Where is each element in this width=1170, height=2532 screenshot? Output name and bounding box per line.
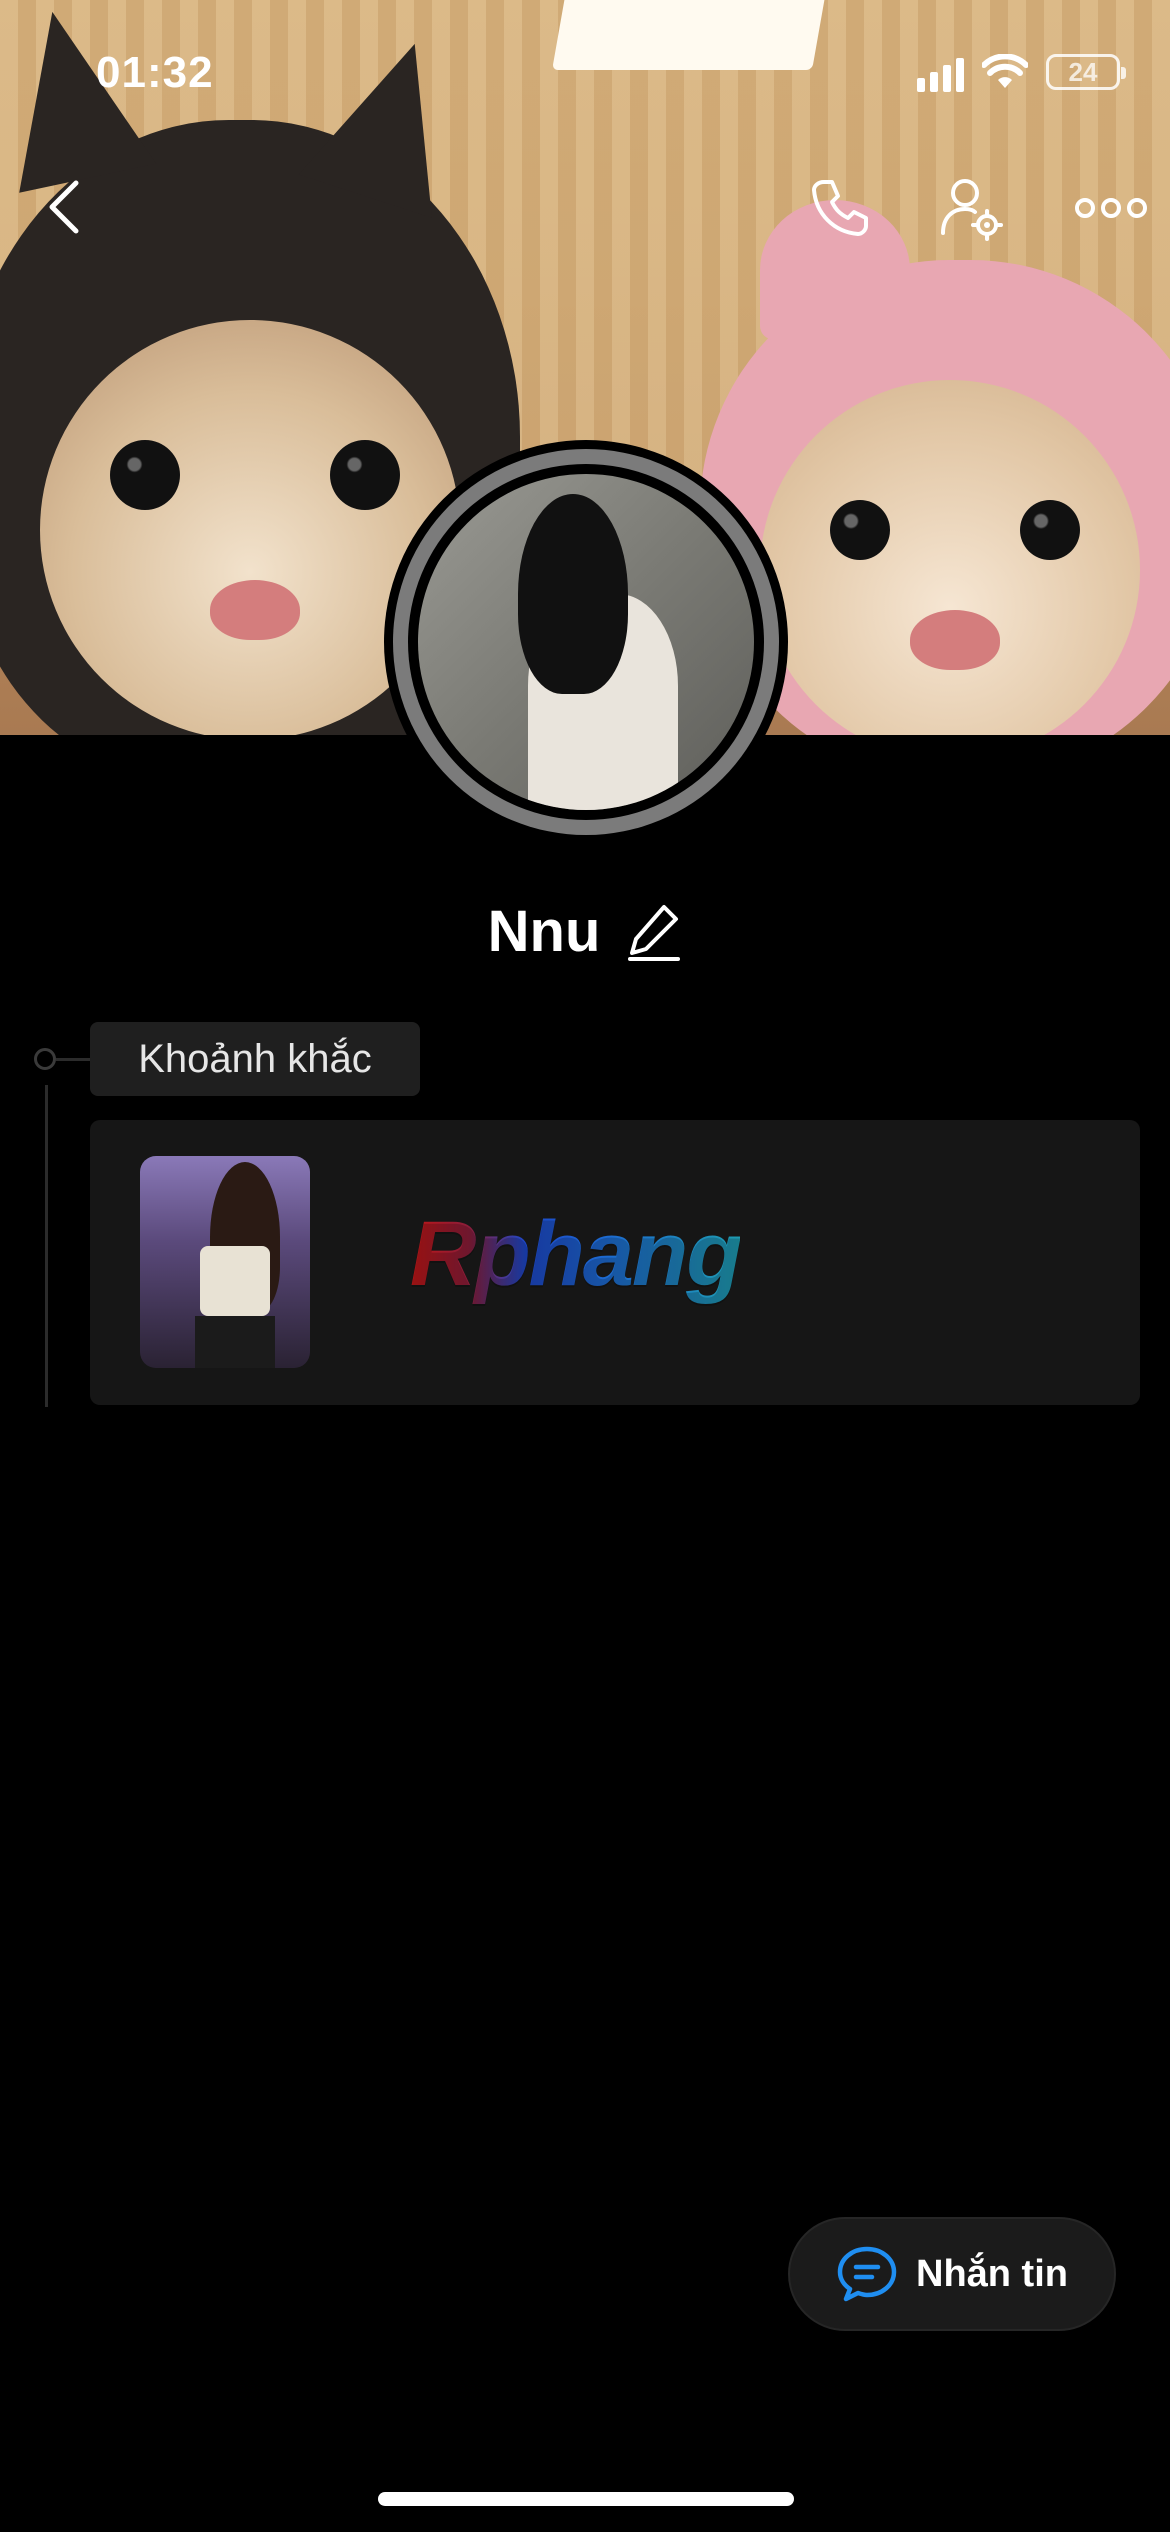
moments-card[interactable]: Rphang <box>90 1120 1140 1405</box>
status-bar-right: 24 <box>917 52 1126 92</box>
back-chevron-icon <box>49 180 79 234</box>
phone-call-icon <box>812 180 868 236</box>
profile-settings-button[interactable] <box>932 168 1012 248</box>
pencil-edit-icon[interactable] <box>626 901 682 963</box>
status-time: 01:32 <box>96 48 214 97</box>
battery-level: 24 <box>1068 56 1098 87</box>
profile-name-row: Nnu <box>0 898 1170 965</box>
message-button-label: Nhắn tin <box>916 2252 1068 2295</box>
chat-bubble-icon <box>837 2246 897 2302</box>
moments-section-label: Khoảnh khắc <box>90 1022 420 1096</box>
profile-avatar[interactable] <box>384 440 788 844</box>
timeline-dot <box>34 1048 56 1070</box>
avatar-photo <box>418 474 754 810</box>
user-settings-icon <box>941 179 1003 241</box>
wifi-icon <box>982 54 1028 88</box>
home-indicator[interactable] <box>378 2492 794 2506</box>
profile-name: Nnu <box>487 899 601 964</box>
battery-icon: 24 <box>1046 54 1126 90</box>
avatar-story-ring <box>393 449 779 835</box>
ceiling-light <box>552 0 828 70</box>
watermark-logo: Rphang <box>410 1203 742 1305</box>
timeline-line <box>45 1085 48 1407</box>
moment-thumbnail[interactable] <box>140 1156 310 1368</box>
call-button[interactable] <box>800 168 880 248</box>
more-options-button[interactable] <box>1066 168 1156 248</box>
more-options-icon <box>1075 198 1147 218</box>
back-button[interactable] <box>34 172 94 242</box>
timeline-connector <box>56 1058 90 1061</box>
cellular-signal-icon <box>917 52 964 92</box>
message-button[interactable]: Nhắn tin <box>788 2217 1116 2331</box>
